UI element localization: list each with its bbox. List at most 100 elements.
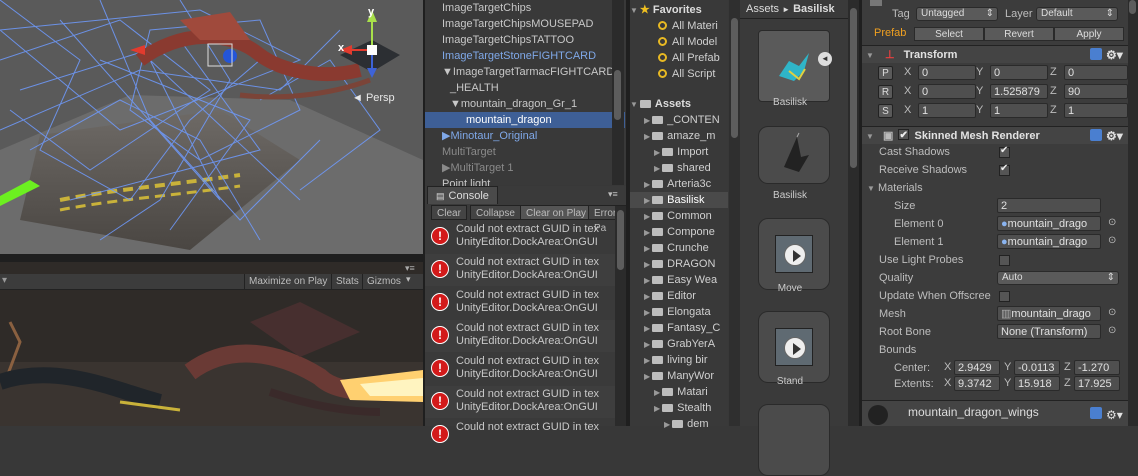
console-message[interactable]: ! Could not extract GUID in tex UnityEdito… bbox=[425, 386, 625, 418]
tag-dropdown[interactable]: Untagged ⇕ bbox=[916, 7, 998, 21]
expand-model-icon[interactable]: ◄ bbox=[818, 52, 832, 66]
favorites-header[interactable]: ▼ ★ Favorites bbox=[630, 2, 728, 18]
gear-icon[interactable]: ⚙▾ bbox=[1106, 404, 1123, 426]
element1-field[interactable]: ●mountain_drago bbox=[997, 234, 1101, 249]
transform-header[interactable]: ▼ ⊥ Transform ⚙▾ bbox=[862, 45, 1138, 63]
prefab-apply-button[interactable]: Apply bbox=[1054, 27, 1124, 41]
folder-item[interactable]: ▶ Editor bbox=[630, 288, 728, 304]
folder-item[interactable]: ▶ Fantasy_C bbox=[630, 320, 728, 336]
folder-item[interactable]: ▶ Import bbox=[630, 144, 728, 160]
console-message[interactable]: ! Could not extract GUID in tex UnityEdito… bbox=[425, 221, 625, 253]
console-scroll-thumb[interactable] bbox=[617, 210, 624, 270]
favorite-item[interactable]: All Model bbox=[630, 34, 728, 50]
gear-icon[interactable]: ⚙▾ bbox=[1106, 46, 1123, 64]
folder-item[interactable]: ▶ Matari bbox=[630, 384, 728, 400]
scale-reset-button[interactable]: S bbox=[878, 104, 893, 118]
breadcrumb-assets[interactable]: Assets bbox=[746, 3, 779, 15]
object-picker-icon[interactable]: ⊙ bbox=[1108, 217, 1116, 228]
hierarchy-item[interactable]: ▶MultiTarget 1 bbox=[425, 160, 625, 176]
center-z-field[interactable]: -1.270 bbox=[1074, 360, 1120, 375]
asset-stand-anim[interactable] bbox=[758, 311, 830, 383]
position-z-field[interactable]: 0 bbox=[1064, 65, 1128, 80]
folder-item[interactable]: ▶ shared bbox=[630, 160, 728, 176]
extents-y-field[interactable]: 15.918 bbox=[1014, 376, 1060, 391]
light-probes-checkbox[interactable] bbox=[999, 255, 1010, 266]
position-y-field[interactable]: 0 bbox=[990, 65, 1048, 80]
rotation-reset-button[interactable]: R bbox=[878, 85, 893, 99]
quality-dropdown[interactable]: Auto ⇕ bbox=[997, 271, 1119, 285]
tab-console[interactable]: ▤ Console bbox=[427, 186, 498, 204]
position-reset-button[interactable]: P bbox=[878, 66, 893, 80]
root-bone-field[interactable]: None (Transform) bbox=[997, 324, 1101, 339]
persp-label[interactable]: ◄ Persp bbox=[352, 92, 395, 104]
layer-dropdown[interactable]: Default ⇕ bbox=[1036, 7, 1118, 21]
help-icon[interactable] bbox=[1090, 129, 1102, 141]
console-menu-icon[interactable]: ▾≡ bbox=[608, 189, 618, 200]
object-picker-icon[interactable]: ⊙ bbox=[1108, 325, 1116, 336]
folder-item[interactable]: ▶ ManyWor bbox=[630, 368, 728, 384]
console-message[interactable]: ! Could not extract GUID in tex UnityEdito… bbox=[425, 254, 625, 286]
favorite-item[interactable]: All Materi bbox=[630, 18, 728, 34]
console-message[interactable]: ! Could not extract GUID in tex UnityEdito… bbox=[425, 320, 625, 352]
position-x-field[interactable]: 0 bbox=[918, 65, 976, 80]
folder-item[interactable]: ▶ Common bbox=[630, 208, 728, 224]
prefab-select-button[interactable]: Select bbox=[914, 27, 984, 41]
stats-button[interactable]: Stats bbox=[331, 274, 363, 289]
asset-basilisk-model[interactable] bbox=[758, 30, 830, 102]
console-message[interactable]: ! Could not extract GUID in tex bbox=[425, 419, 625, 451]
console-message[interactable]: ! Could not extract GUID in tex UnityEdito… bbox=[425, 353, 625, 385]
element0-field[interactable]: ●mountain_drago bbox=[997, 216, 1101, 231]
scene-view[interactable]: y x ◄ Persp bbox=[0, 0, 423, 254]
maximize-on-play-button[interactable]: Maximize on Play bbox=[244, 274, 331, 289]
breadcrumb-basilisk[interactable]: Basilisk bbox=[793, 3, 835, 15]
hierarchy-item[interactable]: ImageTargetChipsMOUSEPAD bbox=[425, 16, 625, 32]
help-icon[interactable] bbox=[1090, 407, 1102, 419]
extents-x-field[interactable]: 9.3742 bbox=[954, 376, 1000, 391]
object-picker-icon[interactable]: ⊙ bbox=[1108, 235, 1116, 246]
console-clear-button[interactable]: Clear bbox=[431, 205, 467, 220]
hierarchy-scrollbar[interactable] bbox=[612, 0, 624, 185]
hierarchy-item[interactable]: ▼ImageTargetTarmacFIGHTCARD bbox=[425, 64, 625, 80]
mesh-field[interactable]: ▥mountain_drago bbox=[997, 306, 1101, 321]
materials-size-field[interactable]: 2 bbox=[997, 198, 1101, 213]
folder-item[interactable]: ▶ GrabYerA bbox=[630, 336, 728, 352]
receive-shadows-checkbox[interactable] bbox=[999, 163, 1010, 176]
hierarchy-item[interactable]: ImageTargetStoneFIGHTCARD bbox=[425, 48, 625, 64]
scale-x-field[interactable]: 1 bbox=[918, 103, 976, 118]
hierarchy-item[interactable]: ▶Minotaur_Original bbox=[425, 128, 625, 144]
center-x-field[interactable]: 2.9429 bbox=[954, 360, 1000, 375]
hierarchy-item[interactable]: _HEALTH bbox=[425, 80, 625, 96]
folder-item[interactable]: ▶ _CONTEN bbox=[630, 112, 728, 128]
gizmos-button[interactable]: Gizmos bbox=[362, 274, 405, 289]
asset-move-anim[interactable] bbox=[758, 218, 830, 290]
folder-item[interactable]: ▶ living bir bbox=[630, 352, 728, 368]
console-collapse-button[interactable]: Collapse bbox=[470, 205, 521, 220]
console-message[interactable]: ! Could not extract GUID in tex UnityEdito… bbox=[425, 287, 625, 319]
folder-item[interactable]: ▶ Compone bbox=[630, 224, 728, 240]
asset-next[interactable] bbox=[758, 404, 830, 476]
inspector-scrollbar[interactable] bbox=[1128, 0, 1138, 426]
help-icon[interactable] bbox=[1090, 48, 1102, 60]
favorite-item[interactable]: All Prefab bbox=[630, 50, 728, 66]
asset-scroll-thumb[interactable] bbox=[850, 8, 857, 168]
update-offscreen-checkbox[interactable] bbox=[999, 291, 1010, 302]
rotation-y-field[interactable]: 1.525879 bbox=[990, 84, 1048, 99]
hierarchy-item[interactable]: ImageTargetChips bbox=[425, 0, 625, 16]
enable-checkbox[interactable] bbox=[898, 127, 910, 145]
hierarchy-item[interactable]: ▼mountain_dragon_Gr_1 bbox=[425, 96, 625, 112]
extents-z-field[interactable]: 17.925 bbox=[1074, 376, 1120, 391]
asset-basilisk-prefab[interactable] bbox=[758, 126, 830, 184]
asset-scrollbar[interactable] bbox=[848, 0, 859, 426]
folder-item[interactable]: ▶ Easy Wea bbox=[630, 272, 728, 288]
folder-item[interactable]: ▶ Elongata bbox=[630, 304, 728, 320]
console-clear-on-play-button[interactable]: Clear on Play bbox=[520, 205, 593, 220]
hierarchy-item[interactable]: MultiTarget bbox=[425, 144, 625, 160]
folder-item[interactable]: ▶ Arteria3c bbox=[630, 176, 728, 192]
hierarchy-item[interactable]: mountain_dragon bbox=[425, 112, 625, 128]
hierarchy-item[interactable]: ImageTargetChipsTATTOO bbox=[425, 32, 625, 48]
inspector-scroll-thumb[interactable] bbox=[1129, 0, 1136, 14]
folder-item[interactable]: ▶ Basilisk bbox=[630, 192, 728, 208]
object-picker-icon[interactable]: ⊙ bbox=[1108, 307, 1116, 318]
aspect-dropdown-arrow[interactable]: ▾ bbox=[2, 275, 7, 286]
scale-y-field[interactable]: 1 bbox=[990, 103, 1048, 118]
